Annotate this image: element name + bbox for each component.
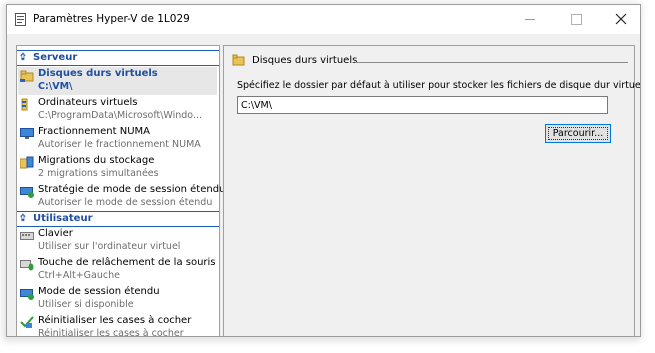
window-title: Paramètres Hyper-V de 1L029 [33,13,190,25]
browse-button-label: Parcourir... [552,128,604,139]
nav-item-strategie-session-etendu[interactable]: Stratégie de mode de session étendu Auto… [18,183,225,211]
nav-item-sublabel: Utiliser si disponible [38,299,134,310]
section-header-serveur[interactable]: ⮸ Serveur [17,50,219,66]
nav-item-label: Ordinateurs virtuels [38,97,138,108]
collapse-chevron-icon: ⮸ [20,53,26,63]
nav-item-sublabel: Ctrl+Alt+Gauche [38,270,120,281]
numa-monitor-icon [20,128,34,139]
nav-item-migrations-du-stockage[interactable]: Migrations du stockage 2 migrations simu… [18,154,217,182]
nav-item-sublabel: 2 migrations simultanées [38,168,159,179]
nav-item-label: Stratégie de mode de session étendu [38,184,226,195]
minimize-icon [525,19,535,20]
browse-button[interactable]: Parcourir... [545,124,611,143]
nav-item-reinitialiser-cases[interactable]: Réinitialiser les cases à cocher Réiniti… [18,314,217,337]
nav-item-label: Mode de session étendu [38,286,160,297]
section-header-utilisateur[interactable]: ⮸ Utilisateur [17,211,219,227]
settings-panel: Disques durs virtuels Spécifiez le dossi… [223,45,640,336]
nav-item-ordinateurs-virtuels[interactable]: Ordinateurs virtuels C:\ProgramData\Micr… [18,96,217,124]
close-icon [615,13,627,25]
vhd-path-input[interactable] [237,96,608,114]
maximize-button[interactable] [553,5,599,34]
title-bar: Paramètres Hyper-V de 1L029 [7,5,640,34]
nav-item-label: Clavier [38,228,73,239]
nav-item-sublabel: Autoriser le fractionnement NUMA [38,139,201,150]
nav-item-label: Fractionnement NUMA [38,126,151,137]
nav-item-touche-relachement-souris[interactable]: Touche de relâchement de la souris Ctrl+… [18,256,217,284]
nav-item-disques-durs-virtuels[interactable]: Disques durs virtuels C:\VM\ [18,67,217,95]
settings-window: Paramètres Hyper-V de 1L029 ⮸ Serveur Di… [6,4,641,337]
nav-item-clavier[interactable]: Clavier Utiliser sur l'ordinateur virtue… [18,227,217,255]
maximize-icon [571,14,582,25]
nav-item-sublabel: Utiliser sur l'ordinateur virtuel [38,241,181,252]
collapse-chevron-icon: ⮸ [20,214,26,224]
section-label: Utilisateur [33,213,93,224]
disk-folder-icon [20,70,34,82]
nav-item-label: Réinitialiser les cases à cocher [38,315,192,326]
nav-item-sublabel: C:\ProgramData\Microsoft\Windo... [38,110,203,121]
minimize-button[interactable] [507,5,553,34]
section-label: Serveur [33,52,78,63]
panel-description: Spécifiez le dossier par défaut à utilis… [237,80,641,91]
heading-divider [355,62,628,63]
keyboard-icon [20,232,34,240]
nav-item-mode-session-etendu[interactable]: Mode de session étendu Utiliser si dispo… [18,285,217,313]
storage-migration-icon [20,156,34,169]
nav-item-sublabel: C:\VM\ [38,81,73,92]
nav-item-fractionnement-numa[interactable]: Fractionnement NUMA Autoriser le fractio… [18,125,217,153]
panel-heading: Disques durs virtuels [232,54,628,68]
nav-item-sublabel: Autoriser le mode de session étendu [38,197,213,208]
vm-folder-icon [21,98,28,111]
session-policy-icon [20,187,34,198]
nav-item-sublabel: Réinitialiser les cases à cocher [38,328,184,337]
nav-item-label: Touche de relâchement de la souris [38,257,216,268]
enhanced-session-icon [20,289,34,300]
reset-checkbox-icon [20,316,34,328]
mouse-release-icon [20,260,34,271]
close-button[interactable] [599,5,640,34]
nav-item-label: Disques durs virtuels [38,68,158,79]
panel-title: Disques durs virtuels [252,55,358,66]
nav-item-label: Migrations du stockage [38,155,155,166]
settings-nav: ⮸ Serveur Disques durs virtuels C:\VM\ O… [16,45,225,337]
settings-app-icon [15,13,26,26]
disk-folder-icon [232,54,245,66]
